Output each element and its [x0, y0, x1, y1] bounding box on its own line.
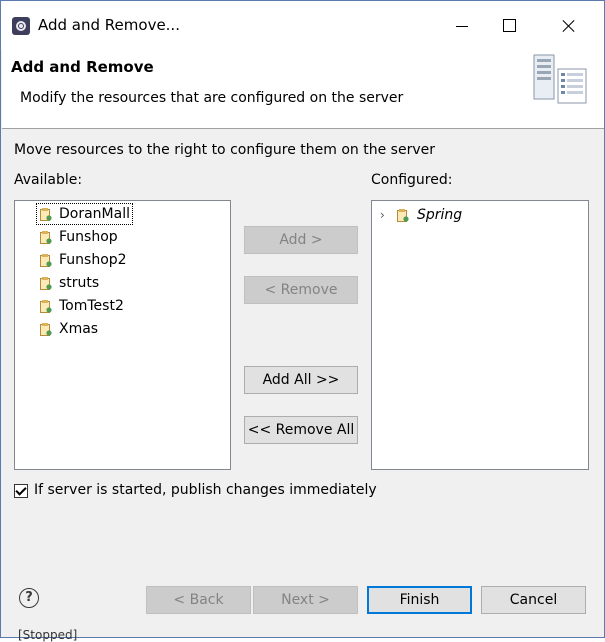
- web-module-icon: [40, 208, 52, 221]
- add-remove-dialog: Add and Remove... Add and Remove Modify …: [0, 0, 605, 638]
- list-item-label: TomTest2: [59, 298, 124, 314]
- publish-immediately-checkbox[interactable]: [14, 484, 28, 498]
- web-module-icon: [40, 323, 52, 336]
- web-module-icon: [40, 231, 52, 244]
- web-module-icon: [397, 209, 409, 222]
- list-item-label: struts: [59, 275, 100, 291]
- server-icon: [533, 54, 587, 104]
- list-item-label: Xmas: [59, 321, 99, 337]
- button-bar: ? < Back Next > Finish Cancel: [2, 571, 604, 631]
- web-module-icon: [40, 254, 52, 267]
- web-module-icon: [40, 277, 52, 290]
- finish-button[interactable]: Finish: [367, 586, 472, 614]
- list-item-label: Funshop2: [59, 252, 127, 268]
- remove-all-button[interactable]: << Remove All: [244, 416, 358, 444]
- maximize-button[interactable]: [486, 1, 532, 50]
- eclipse-icon: [12, 17, 30, 35]
- configured-tree[interactable]: › Spring: [371, 200, 589, 470]
- chevron-right-icon[interactable]: ›: [380, 204, 385, 227]
- next-button[interactable]: Next >: [253, 586, 358, 614]
- add-all-button[interactable]: Add All >>: [244, 366, 358, 394]
- available-label: Available:: [14, 172, 83, 188]
- tree-item-label: Spring: [417, 207, 463, 223]
- window-title: Add and Remove...: [38, 16, 180, 34]
- close-button[interactable]: [546, 1, 592, 50]
- title-bar: Add and Remove...: [1, 1, 604, 50]
- back-button[interactable]: < Back: [146, 586, 251, 614]
- instruction-text: Move resources to the right to configure…: [14, 142, 435, 158]
- help-icon[interactable]: ?: [19, 588, 39, 608]
- minimize-button[interactable]: [439, 1, 485, 50]
- remove-button[interactable]: < Remove: [244, 276, 358, 304]
- background-status-text: [Stopped]: [18, 628, 78, 642]
- dialog-content: Move resources to the right to configure…: [2, 130, 604, 571]
- list-item-label: DoranMall: [59, 206, 130, 222]
- web-module-icon: [40, 300, 52, 313]
- page-title: Add and Remove: [11, 58, 154, 76]
- publish-immediately-label: If server is started, publish changes im…: [34, 482, 377, 498]
- cancel-button[interactable]: Cancel: [481, 586, 586, 614]
- available-list[interactable]: DoranMall Funshop Funshop2 struts TomTes…: [14, 200, 231, 470]
- page-description: Modify the resources that are configured…: [20, 90, 404, 106]
- add-button[interactable]: Add >: [244, 226, 358, 254]
- wizard-header: Add and Remove Modify the resources that…: [2, 50, 604, 129]
- list-item-label: Funshop: [59, 229, 118, 245]
- configured-label: Configured:: [371, 172, 453, 188]
